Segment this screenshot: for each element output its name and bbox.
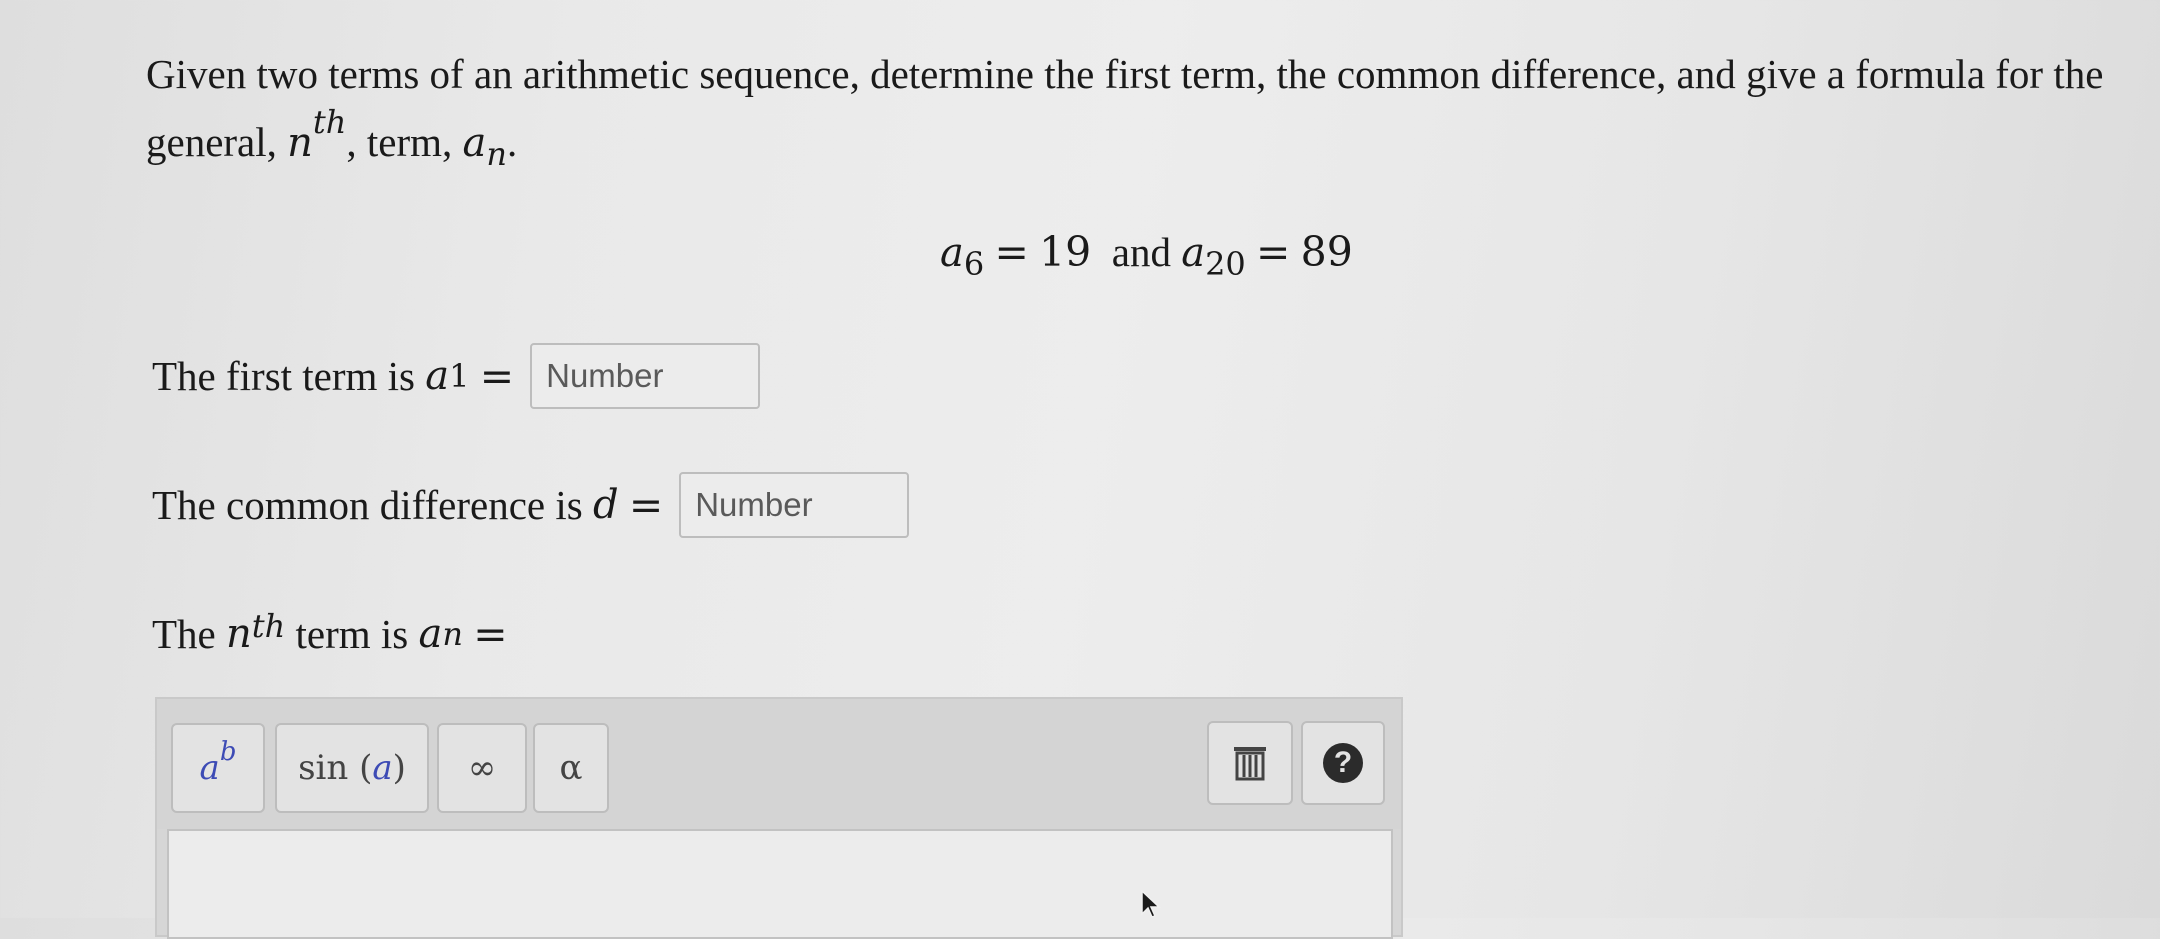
question-page: Given two terms of an arithmetic sequenc… [0, 0, 2160, 939]
given-a6-var: a [940, 230, 964, 276]
given-and: and [1111, 229, 1171, 275]
given-a20-var: a [1181, 230, 1206, 276]
function-arg: a [372, 748, 393, 788]
help-button[interactable]: ? [1301, 721, 1385, 805]
given-a20-eq: = [1256, 228, 1291, 276]
greek-letters-button[interactable]: α [533, 723, 609, 813]
infinity-button[interactable]: ∞ [437, 723, 527, 813]
nth-term-label: term is [295, 611, 409, 657]
given-a6-eq: = [994, 228, 1029, 276]
common-difference-input[interactable] [679, 472, 910, 538]
given-a6-value: 19 [1039, 228, 1092, 276]
first-term-label: The first term is [152, 353, 416, 399]
infinity-symbol: ∞ [467, 748, 497, 788]
nth-term-row: The n th term is an = [152, 607, 508, 658]
question-end: . [506, 119, 518, 165]
n-subscript: n [486, 135, 507, 174]
given-a6-sub: 6 [963, 245, 985, 284]
help-glyph: ? [1333, 746, 1353, 779]
function-open-paren: ( [359, 748, 373, 788]
editor-toolbar: ab sin (a) ∞ α ? [157, 699, 1401, 829]
formula-input-area[interactable] [167, 829, 1393, 939]
question-mid: , term, [346, 119, 453, 165]
trash-icon [1234, 747, 1266, 781]
th-superscript: th [312, 103, 347, 142]
nth-term-var: a [418, 611, 443, 657]
nth-term-the: The [152, 611, 216, 657]
function-close-paren: ) [392, 748, 406, 788]
exponent-button[interactable]: ab [171, 723, 265, 813]
common-difference-label: The common difference is [152, 482, 583, 528]
common-difference-eq: = [628, 481, 664, 529]
first-term-row: The first term is a1 = [152, 343, 761, 409]
given-a20-value: 89 [1300, 228, 1353, 276]
exponent-power: b [219, 737, 237, 767]
formula-editor: ab sin (a) ∞ α ? [155, 697, 1403, 939]
question-text: Given two terms of an arithmetic sequenc… [146, 40, 2106, 177]
nth-term-eq: = [473, 610, 508, 658]
exponent-base: a [199, 748, 220, 788]
first-term-eq: = [479, 352, 515, 400]
first-term-var: a [425, 353, 450, 399]
a-variable: a [462, 120, 487, 166]
mouse-pointer-icon [1141, 890, 1161, 918]
alpha-symbol: α [559, 748, 583, 788]
given-a20-sub: 20 [1205, 245, 1246, 284]
given-terms: a6 = 19 and a20 = 89 [940, 228, 1353, 280]
first-term-input[interactable] [530, 343, 761, 409]
clear-button[interactable] [1207, 721, 1293, 805]
n-variable: n [287, 120, 313, 166]
nth-term-n: n [226, 611, 252, 657]
question-circle-icon: ? [1323, 743, 1363, 783]
function-button[interactable]: sin (a) [275, 723, 429, 813]
common-difference-row: The common difference is d = [152, 472, 910, 538]
function-label: sin [298, 748, 349, 788]
common-difference-var: d [592, 482, 619, 528]
